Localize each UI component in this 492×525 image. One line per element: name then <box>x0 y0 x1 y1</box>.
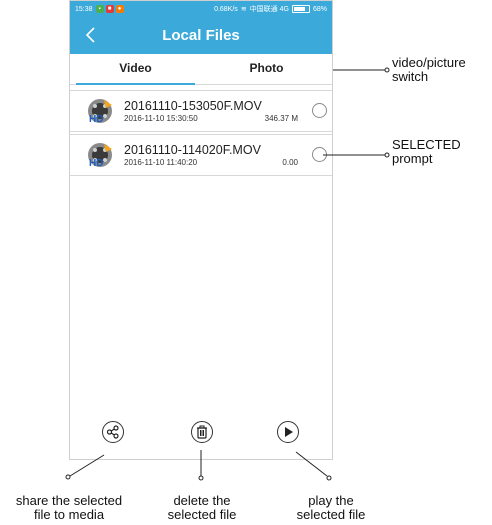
share-button[interactable] <box>102 421 124 443</box>
file-size: 0.00 <box>282 157 298 167</box>
phone-screen: 15:38 ▪ ■ ● 0.68K/s ≋ 中国联通 4G 68% Local … <box>69 0 333 460</box>
bottom-action-bar <box>70 421 332 445</box>
wifi-icon: ≋ <box>240 6 247 13</box>
annotation-share: share the selected file to media <box>15 493 123 522</box>
select-radio[interactable] <box>312 103 327 118</box>
battery-icon <box>291 5 310 13</box>
file-datetime: 2016-11-10 11:40:20 <box>124 157 198 167</box>
svg-text:HD: HD <box>89 158 103 169</box>
status-time: 15:38 <box>75 5 93 13</box>
battery-level: 68% <box>312 5 327 13</box>
list-item[interactable]: HD 20161110-153050F.MOV 2016-11-10 15:30… <box>70 90 332 132</box>
file-info: 20161110-153050F.MOV 2016-11-10 15:30:50… <box>124 99 332 124</box>
annotation-delete: delete the selected file <box>167 493 237 522</box>
file-size: 346.37 M <box>264 113 298 123</box>
file-info: 20161110-114020F.MOV 2016-11-10 11:40:20… <box>124 143 332 168</box>
select-radio[interactable] <box>312 147 327 162</box>
hd-video-icon: HD <box>86 141 114 169</box>
file-list: HD 20161110-153050F.MOV 2016-11-10 15:30… <box>70 90 332 176</box>
page-title: Local Files <box>162 27 240 44</box>
file-name: 20161110-114020F.MOV <box>124 142 261 157</box>
notification-icon: ■ <box>105 5 114 13</box>
list-item[interactable]: HD 20161110-114020F.MOV 2016-11-10 11:40… <box>70 134 332 176</box>
svg-text:HD: HD <box>89 114 103 125</box>
tab-video[interactable]: Video <box>70 54 201 85</box>
annotation-switch: video/picture switch <box>392 55 466 84</box>
file-meta: 2016-11-10 11:40:20 0.00 <box>124 157 298 168</box>
annotation-selected: SELECTED prompt <box>392 137 461 166</box>
delete-button[interactable] <box>191 421 213 443</box>
play-icon <box>285 427 293 437</box>
file-name: 20161110-153050F.MOV <box>124 98 262 113</box>
annotation-play: play the selected file <box>296 493 366 522</box>
status-bar: 15:38 ▪ ■ ● 0.68K/s ≋ 中国联通 4G 68% <box>70 1 332 17</box>
network-speed: 0.68K/s <box>214 5 238 13</box>
carrier-label: 中国联通 4G <box>249 6 289 13</box>
trash-icon <box>197 425 207 439</box>
share-icon <box>106 425 119 439</box>
media-type-tabs: Video Photo <box>70 54 332 85</box>
notification-icon: ▪ <box>95 5 104 13</box>
file-meta: 2016-11-10 15:30:50 346.37 M <box>124 113 298 124</box>
file-datetime: 2016-11-10 15:30:50 <box>124 113 198 123</box>
tab-photo[interactable]: Photo <box>201 54 332 84</box>
play-button[interactable] <box>277 421 299 443</box>
hd-video-icon: HD <box>86 97 114 125</box>
app-header: Local Files <box>70 17 332 54</box>
notification-icon: ● <box>115 5 124 13</box>
